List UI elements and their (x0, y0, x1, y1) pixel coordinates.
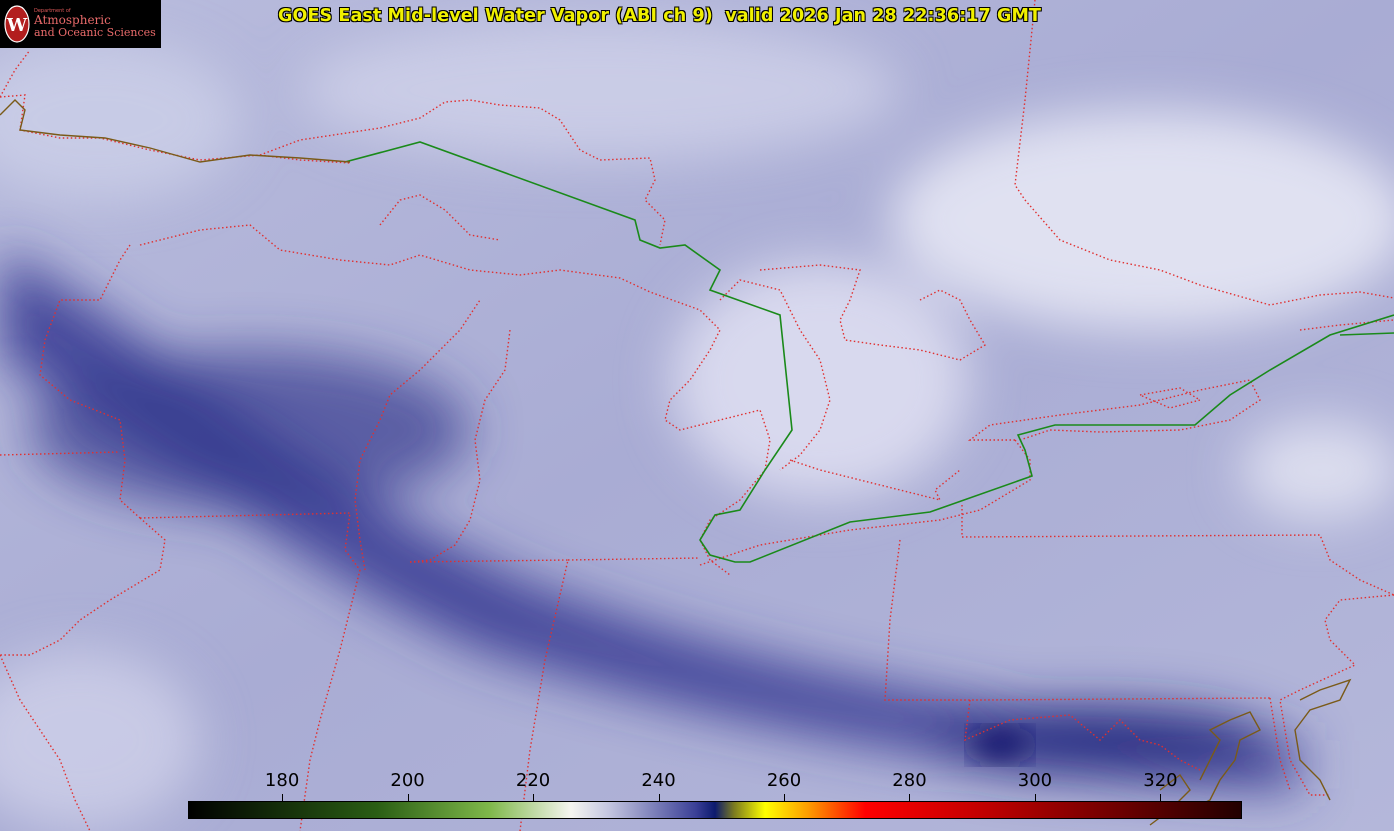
colorbar-tick (909, 794, 911, 801)
colorbar-tick-label: 320 (1143, 770, 1178, 791)
seal-letter: W (6, 15, 28, 36)
colorbar-tick (1034, 794, 1036, 801)
uw-seal-icon: W (4, 5, 30, 43)
colorbar-tick (658, 794, 660, 801)
aos-logo: W Department of Atmospheric and Oceanic … (0, 0, 161, 48)
colorbar (188, 801, 1242, 819)
colorbar-tick (407, 794, 409, 801)
logo-line-1: Atmospheric (34, 13, 111, 27)
colorbar-tick-label: 240 (641, 770, 676, 791)
colorbar-tick-label: 280 (892, 770, 927, 791)
colorbar-tick-label: 300 (1017, 770, 1053, 791)
colorbar-tick-label: 200 (390, 770, 425, 791)
water-vapor-imagery (0, 0, 1394, 831)
satellite-map: W Department of Atmospheric and Oceanic … (0, 0, 1394, 831)
image-title: GOES East Mid-level Water Vapor (ABI ch … (278, 6, 1042, 26)
colorbar-tick (784, 794, 785, 801)
colorbar-tick-label: 220 (515, 770, 551, 791)
colorbar-tick (1160, 794, 1162, 801)
colorbar-tick-label: 260 (766, 770, 802, 791)
colorbar-tick-label: 180 (264, 770, 300, 791)
colorbar-tick (282, 794, 284, 801)
logo-line-2: and Oceanic Sciences (34, 26, 156, 39)
colorbar-tick (533, 794, 535, 801)
dry-streak (970, 727, 1030, 763)
